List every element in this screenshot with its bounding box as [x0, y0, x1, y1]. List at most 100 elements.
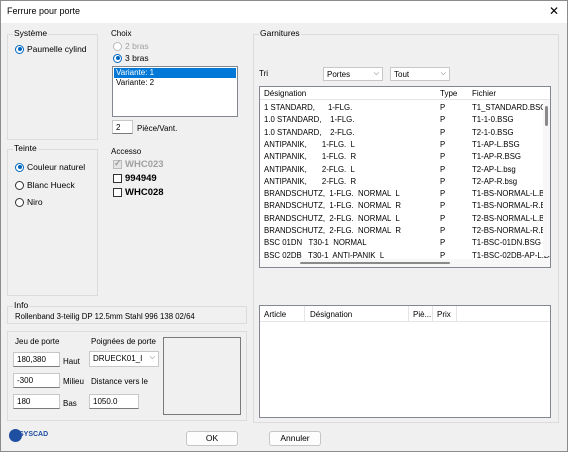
radio-icon — [15, 197, 24, 207]
col-divider — [304, 306, 305, 322]
radio-selected-icon — [15, 162, 24, 172]
checkbox-icon — [113, 174, 122, 183]
table-header: Désignation Type Fichier — [260, 87, 550, 100]
bas-input[interactable]: 180 — [13, 394, 60, 409]
choix-2bras-radio[interactable]: 2 bras — [113, 41, 149, 51]
teinte-option-niro[interactable]: Niro — [15, 197, 43, 207]
tri-select-2[interactable]: Tout ⌵ — [390, 67, 450, 81]
systeme-option-label: Paumelle cylind — [27, 44, 87, 54]
choix-3bras-radio[interactable]: 3 bras — [113, 53, 149, 63]
horizontal-scrollbar[interactable] — [260, 259, 550, 267]
teinte-label: Teinte — [13, 143, 38, 153]
accesso-item-label: 994949 — [125, 173, 157, 184]
cell-designation: ANTIPANIK, 1-FLG. R — [264, 152, 357, 162]
vertical-scrollbar[interactable] — [543, 100, 550, 256]
cell-type: P — [440, 189, 446, 199]
haut-input[interactable]: 180,380 — [13, 352, 60, 367]
cell-designation: ANTIPANIK, 2-FLG. R — [264, 176, 357, 186]
cell-type: P — [440, 139, 446, 149]
pieces-label: Pièce/Vant. — [137, 124, 178, 133]
radio-disabled-icon — [113, 41, 122, 51]
articles-table[interactable]: Article Désignation Piè... Prix — [259, 305, 551, 418]
cell-fichier: T1-BS-NORMAL-R.BSG — [472, 201, 551, 211]
variant-item-selected[interactable]: Variante: 1 — [114, 68, 236, 78]
cell-designation: 1 STANDARD, 1-FLG. — [264, 103, 353, 112]
chevron-down-icon: ⌵ — [373, 70, 379, 77]
teinte-option-naturel[interactable]: Couleur naturel — [15, 162, 85, 172]
variant-item[interactable]: Variante: 2 — [114, 78, 236, 88]
systeme-option-paumelle[interactable]: Paumelle cylind — [15, 44, 87, 54]
pieces-input[interactable]: 2 — [112, 120, 133, 134]
cell-designation: 1.0 STANDARD, 1-FLG. — [264, 115, 355, 125]
accesso-item-label: WHC028 — [125, 187, 164, 198]
poignees-select-value: DRUECK01_I — [93, 354, 143, 363]
col-prix[interactable]: Prix — [437, 310, 451, 319]
distance-input[interactable]: 1050.0 — [89, 394, 139, 409]
cell-designation: BSC 01DN T30-1 NORMAL — [264, 238, 367, 248]
garnitures-table[interactable]: Désignation Type Fichier 1 STANDARD, 1-F… — [259, 86, 551, 268]
teinte-option-blanc[interactable]: Blanc Hueck — [15, 180, 75, 190]
info-text: Rollenband 3-teilig DP 12.5mm Stahl 996 … — [15, 312, 195, 321]
window-title: Ferrure pour porte — [7, 6, 81, 16]
variants-list[interactable]: Variante: 1 Variante: 2 — [112, 66, 238, 117]
cell-designation: BRANDSCHUTZ, 2-FLG. NORMAL R — [264, 226, 402, 235]
cell-fichier: T2-AP-L.bsg — [472, 164, 516, 174]
col-fichier[interactable]: Fichier — [472, 89, 496, 98]
col-divider — [456, 306, 457, 322]
chevron-down-icon: ⌵ — [440, 70, 446, 77]
tri-label: Tri — [259, 69, 269, 78]
milieu-label: Milieu — [63, 377, 84, 386]
cell-type: P — [440, 238, 446, 248]
haut-label: Haut — [63, 357, 80, 366]
cell-fichier: T1_STANDARD.BSG — [472, 103, 547, 112]
accesso-whc028-checkbox[interactable]: WHC028 — [113, 187, 164, 198]
cell-type: P — [440, 152, 446, 162]
cell-designation: ANTIPANIK, 1-FLG. L — [264, 139, 355, 149]
cell-fichier: T2-AP-R.bsg — [472, 176, 518, 186]
teinte-option-label: Niro — [27, 197, 43, 207]
ok-button[interactable]: OK — [186, 431, 238, 446]
syscad-logo: SYSCAD — [9, 428, 48, 445]
cell-designation: ANTIPANIK, 2-FLG. L — [264, 164, 355, 174]
scroll-thumb[interactable] — [545, 106, 548, 126]
cell-type: P — [440, 115, 446, 125]
col-pieces[interactable]: Piè... — [413, 310, 431, 319]
radio-selected-icon — [113, 53, 122, 63]
bas-label: Bas — [63, 399, 77, 408]
cell-designation: BRANDSCHUTZ, 1-FLG. NORMAL L — [264, 189, 400, 199]
choix-2bras-label: 2 bras — [125, 41, 149, 51]
cell-type: P — [440, 176, 446, 186]
cell-type: P — [440, 103, 446, 112]
articles-header: Article Désignation Piè... Prix — [260, 306, 550, 322]
col-article[interactable]: Article — [264, 310, 286, 319]
teinte-option-label: Blanc Hueck — [27, 180, 75, 190]
poignees-select[interactable]: DRUECK01_I ⌵ — [89, 351, 159, 367]
cancel-button[interactable]: Annuler — [269, 431, 321, 446]
accesso-994949-checkbox[interactable]: 994949 — [113, 173, 157, 184]
cell-fichier: T1-AP-L.BSG — [472, 139, 520, 149]
hscroll-thumb[interactable] — [300, 262, 450, 264]
cell-designation: 1.0 STANDARD, 2-FLG. — [264, 127, 355, 137]
cell-type: P — [440, 164, 446, 174]
cell-fichier: T1-BSC-01DN.BSG — [472, 238, 541, 248]
cell-type: P — [440, 226, 446, 235]
title-bar: Ferrure pour porte ✕ — [1, 1, 567, 23]
tri-select[interactable]: Portes ⌵ — [323, 67, 383, 81]
accesso-item-label: WHC023 — [125, 159, 164, 170]
close-icon[interactable]: ✕ — [549, 4, 559, 18]
cell-fichier: T2-BS-NORMAL-L.BSG — [472, 213, 551, 223]
milieu-input[interactable]: -300 — [13, 373, 60, 388]
dialog-window: Ferrure pour porte ✕ Système Paumelle cy… — [0, 0, 568, 452]
distance-label: Distance vers le — [91, 377, 148, 386]
cell-fichier: T2-1-0.BSG — [472, 127, 514, 137]
accesso-label: Accesso — [111, 147, 142, 156]
col-type[interactable]: Type — [440, 89, 457, 98]
col-designation[interactable]: Désignation — [264, 89, 306, 98]
accesso-whc023-checkbox[interactable]: WHC023 — [113, 158, 164, 170]
cell-fichier: T2-BS-NORMAL-R.BSG — [472, 226, 551, 235]
poignees-label: Poignées de porte — [91, 337, 156, 346]
cell-designation: BRANDSCHUTZ, 1-FLG. NORMAL R — [264, 201, 402, 211]
preview-box — [163, 337, 241, 415]
checkbox-checked-disabled-icon — [113, 158, 122, 169]
col-art-designation[interactable]: Désignation — [310, 310, 352, 319]
